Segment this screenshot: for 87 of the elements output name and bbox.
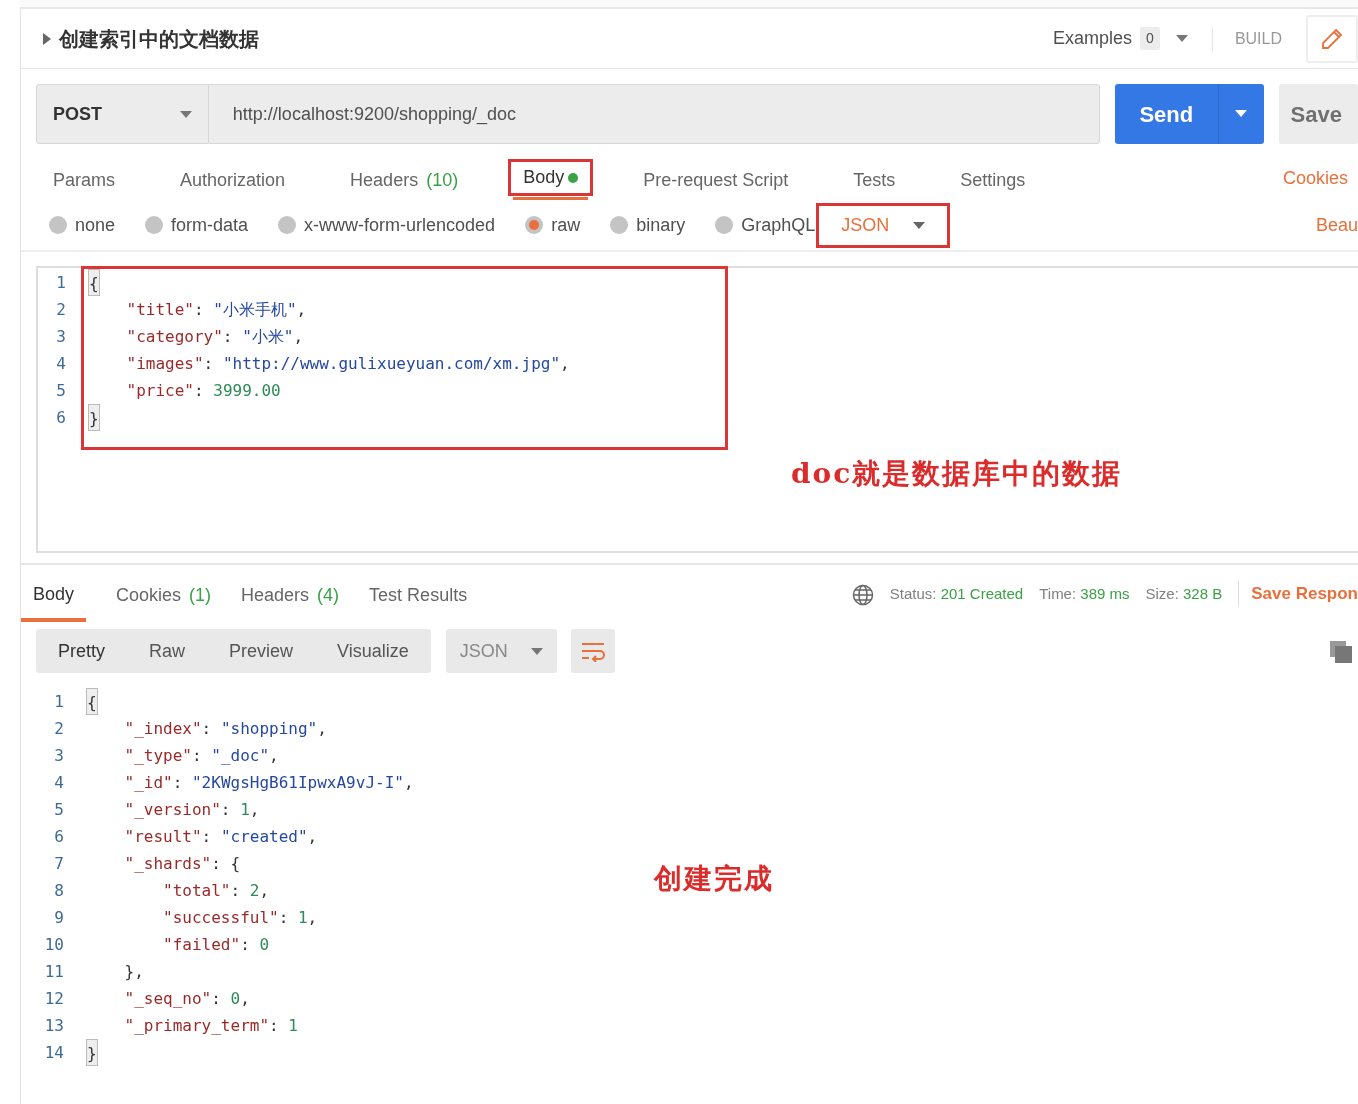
line-number: 5: [55, 380, 67, 402]
view-mode-tab[interactable]: Preview: [207, 629, 316, 673]
response-tab[interactable]: Cookies (1): [116, 567, 212, 621]
code-line: "result": "created",: [123, 826, 318, 848]
examples-count: 0: [1140, 27, 1160, 50]
code-line: "_shards": {: [123, 853, 241, 875]
body-mode-radio[interactable]: raw: [525, 211, 581, 239]
request-tab[interactable]: Authorization: [170, 161, 296, 200]
body-mode-radio[interactable]: none: [49, 211, 116, 239]
code-editor[interactable]: 1 { 2 "title": "小米手机", 3 "category": "小米", 4 "images": "http://www.gulixueyuan.com/xm.jpg", 5 "price": 3999.00 6 } doc就是数据库中的数据: [36, 266, 1358, 553]
line-number: 9: [53, 907, 65, 929]
send-button[interactable]: Send: [1114, 84, 1264, 144]
request-tab[interactable]: Tests: [843, 161, 906, 200]
code-line: "_index": "shopping",: [123, 718, 327, 740]
line-number: 12: [43, 988, 65, 1010]
copy-icon[interactable]: [1330, 640, 1352, 663]
code-line: "_primary_term": 1: [123, 1015, 298, 1037]
request-tab[interactable]: Headers (10): [340, 161, 469, 200]
line-number: 3: [53, 745, 65, 767]
caret-icon: [913, 221, 926, 230]
code-line: "_seq_no": 0,: [123, 988, 250, 1010]
line-number: 2: [55, 299, 67, 321]
expand-icon[interactable]: [43, 32, 51, 45]
line-number: 11: [43, 961, 65, 983]
body-mode-radio[interactable]: form-data: [145, 211, 249, 239]
view-mode-tab[interactable]: Raw: [127, 629, 208, 673]
annotation-text: 创建完成: [654, 861, 774, 897]
code-line: "_id": "2KWgsHgB61IpwxA9vJ-I",: [123, 772, 414, 794]
line-number: 13: [43, 1015, 65, 1037]
line-number: 14: [43, 1042, 65, 1064]
line-number: 1: [55, 272, 67, 294]
view-mode-tab[interactable]: Pretty: [36, 629, 127, 673]
beautify-link[interactable]: Beau: [1315, 211, 1358, 239]
cookies-link[interactable]: Cookies: [1282, 165, 1348, 200]
format-dropdown[interactable]: JSON: [821, 207, 946, 243]
request-tab[interactable]: Params: [43, 161, 125, 200]
globe-icon[interactable]: [851, 583, 874, 606]
save-button[interactable]: Save: [1278, 84, 1358, 144]
request-tab[interactable]: Pre-request Script: [633, 161, 799, 200]
build-label: BUILD: [1211, 26, 1282, 51]
view-mode-tab[interactable]: Visualize: [315, 629, 431, 673]
code-line: "total": 2,: [162, 880, 270, 902]
code-line: "price": 3999.00: [125, 380, 281, 402]
code-line: "failed": 0: [162, 934, 270, 956]
code-line: "title": "小米手机",: [125, 299, 307, 321]
line-number: 4: [55, 353, 67, 375]
edit-button[interactable]: [1306, 14, 1358, 63]
code-line: "successful": 1,: [162, 907, 318, 929]
caret-icon: [1235, 110, 1248, 118]
method-select[interactable]: POST: [36, 84, 209, 144]
body-mode-radio[interactable]: x-www-form-urlencoded: [278, 211, 496, 239]
body-mode-radio[interactable]: GraphQL: [715, 211, 816, 239]
code-line: "images": "http://www.gulixueyuan.com/xm.jpg",: [125, 353, 570, 375]
code-line: "_version": 1,: [123, 799, 260, 821]
response-tab[interactable]: Test Results: [369, 567, 468, 621]
line-number: 1: [53, 691, 65, 713]
examples-label[interactable]: Examples: [1053, 25, 1133, 52]
url-field[interactable]: http://localhost:9200/shopping/_doc: [208, 84, 1100, 144]
line-number: 4: [53, 772, 65, 794]
line-number: 2: [53, 718, 65, 740]
request-tab[interactable]: Body: [513, 158, 589, 200]
response-meta: Status: 201 Created: [889, 583, 1024, 604]
pencil-icon: [1321, 28, 1343, 51]
line-number: 5: [53, 799, 65, 821]
caret-icon: [530, 647, 543, 656]
line-number: 6: [55, 407, 67, 429]
request-name: 创建索引中的文档数据: [59, 26, 259, 52]
code-line: "_type": "_doc",: [123, 745, 279, 767]
line-number: 6: [53, 826, 65, 848]
code-line: },: [123, 961, 144, 983]
response-meta: Time: 389 ms: [1039, 583, 1130, 604]
response-meta: Size: 328 B: [1145, 583, 1223, 604]
response-tab[interactable]: Headers (4): [241, 567, 340, 621]
wrap-button[interactable]: [570, 629, 615, 673]
body-mode-radio[interactable]: binary: [610, 211, 686, 239]
caret-icon: [1175, 35, 1188, 44]
request-tab[interactable]: Settings: [950, 161, 1036, 200]
annotation-text: doc就是数据库中的数据: [791, 456, 1123, 492]
caret-icon: [179, 110, 192, 119]
wrap-icon: [580, 641, 605, 662]
line-number: 10: [43, 934, 65, 956]
save-response-link[interactable]: Save Respon: [1238, 581, 1358, 607]
line-number: 8: [53, 880, 65, 902]
response-tab[interactable]: Body: [21, 566, 87, 622]
line-number: 7: [53, 853, 65, 875]
line-number: 3: [55, 326, 67, 348]
code-line: "category": "小米",: [125, 326, 304, 348]
